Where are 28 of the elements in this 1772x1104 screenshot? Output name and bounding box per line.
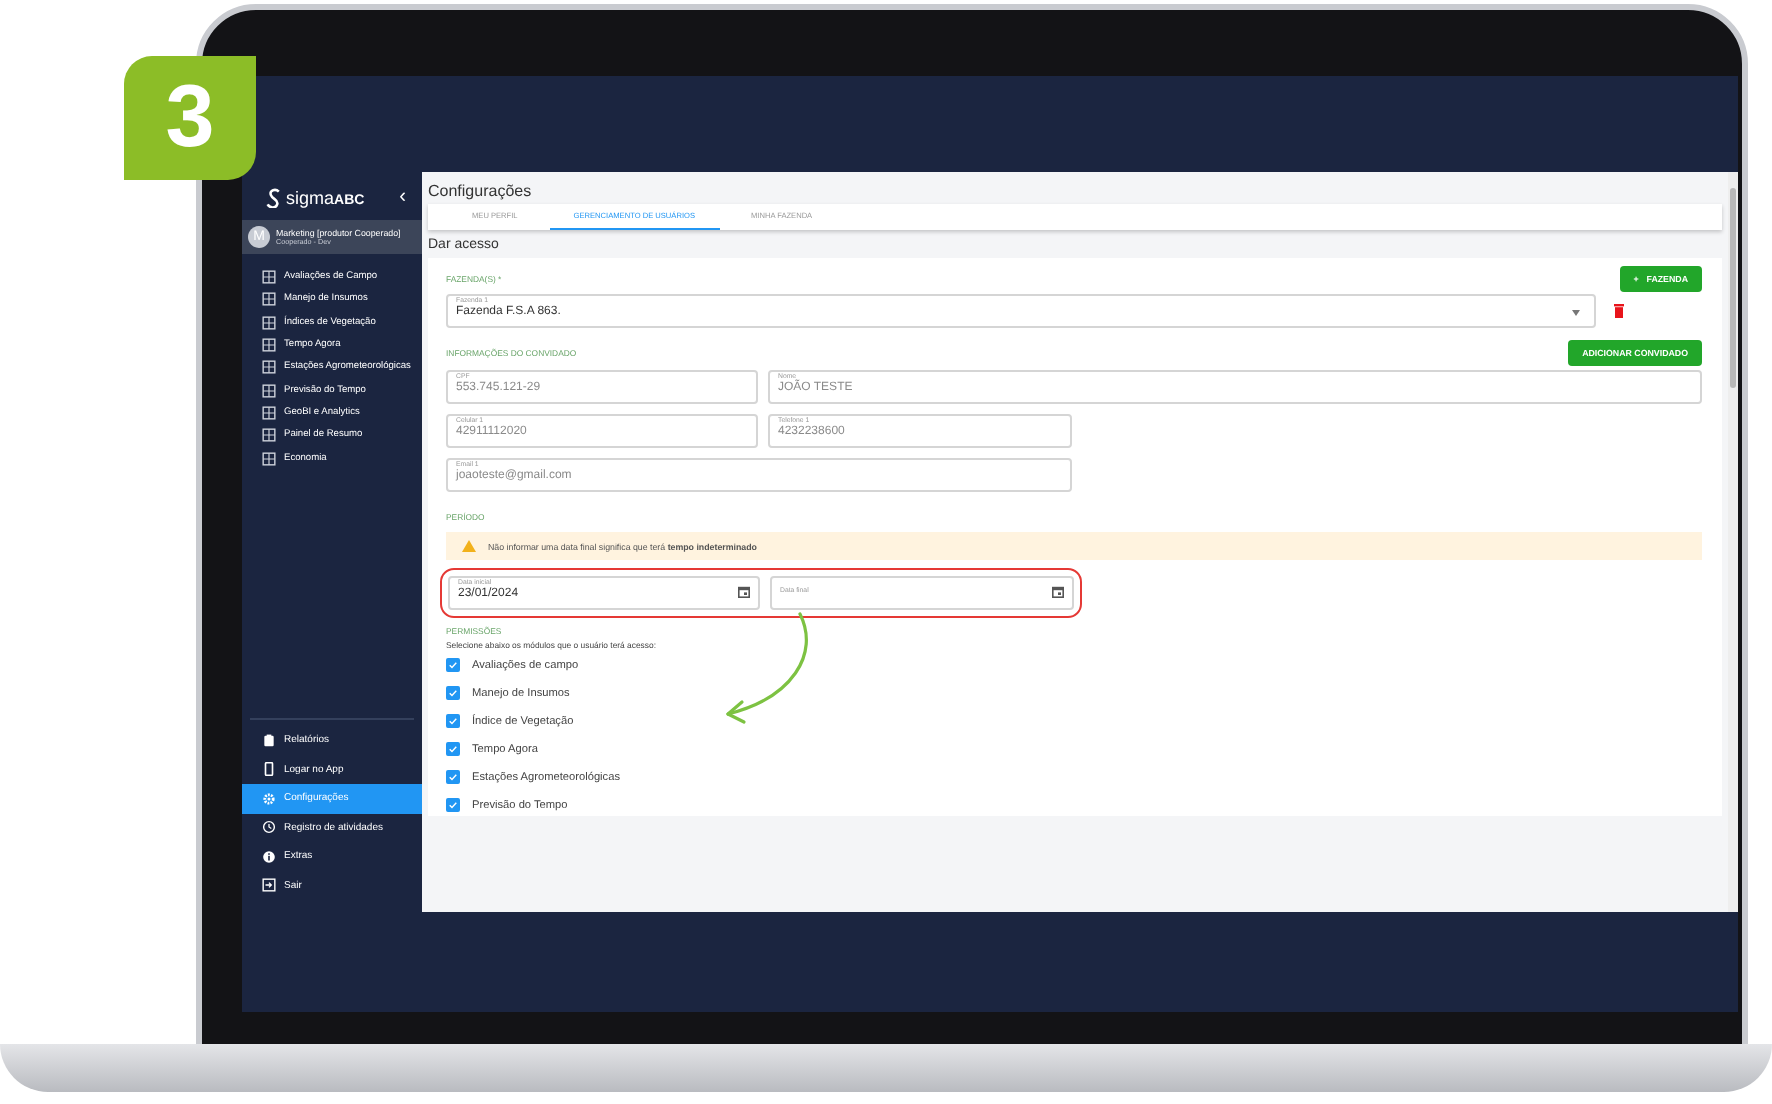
calendar-icon[interactable] [1052, 586, 1064, 598]
step-badge: 3 [124, 56, 256, 180]
menu-icon [262, 733, 276, 748]
checkbox[interactable] [446, 714, 460, 728]
grid-icon [262, 270, 276, 285]
grid-icon [262, 405, 276, 420]
checkbox[interactable] [446, 798, 460, 812]
checkbox[interactable] [446, 686, 460, 700]
grid-icon [262, 292, 276, 307]
menu-icon [262, 849, 276, 864]
grid-icon [262, 338, 276, 353]
grid-icon [262, 360, 276, 375]
checkbox[interactable] [446, 658, 460, 672]
trash-icon[interactable] [1614, 304, 1624, 318]
grid-icon [262, 315, 276, 330]
calendar-icon[interactable] [738, 586, 750, 598]
menu-icon [262, 878, 276, 893]
collapse-button[interactable]: ‹ [399, 188, 406, 208]
grid-icon [262, 383, 276, 398]
dropdown-caret-icon[interactable] [1572, 310, 1580, 316]
grid-icon [262, 451, 276, 466]
warning-icon [462, 540, 476, 552]
menu-icon [262, 820, 276, 835]
grid-icon [262, 428, 276, 443]
page-title: Configurações [426, 180, 534, 204]
checkbox[interactable] [446, 770, 460, 784]
checkbox[interactable] [446, 742, 460, 756]
scrollbar[interactable] [1728, 172, 1738, 912]
